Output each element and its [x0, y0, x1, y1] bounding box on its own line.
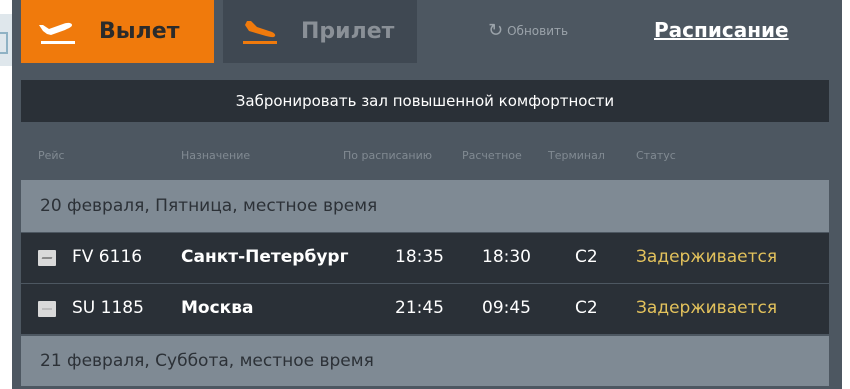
plane-arrival-icon: [243, 20, 277, 44]
flight-number: SU 1185: [72, 298, 144, 318]
tab-departures-label: Вылет: [99, 19, 180, 44]
tab-departures[interactable]: Вылет: [21, 0, 214, 63]
terminal: C2: [575, 247, 598, 267]
flight-destination: Санкт-Петербург: [181, 247, 349, 267]
column-header-estimated: Расчетное: [462, 149, 522, 162]
flight-number: FV 6116: [72, 247, 143, 267]
background-decoration-outline: [0, 32, 8, 54]
flight-status: Задерживается: [636, 247, 778, 267]
date-group-header: 20 февраля, Пятница, местное время: [21, 180, 829, 232]
column-header-scheduled: По расписанию: [343, 149, 432, 162]
airline-logo: [38, 301, 56, 317]
estimated-time: 09:45: [482, 298, 531, 318]
flight-row[interactable]: SU 1185 Москва 21:45 09:45 C2 Задерживае…: [21, 284, 829, 334]
refresh-label: Обновить: [507, 24, 569, 38]
column-header-destination: Назначение: [181, 149, 251, 162]
airline-logo: [38, 250, 56, 266]
tab-arrivals-label: Прилет: [301, 19, 395, 44]
column-header-flight: Рейс: [38, 149, 65, 162]
flight-row[interactable]: FV 6116 Санкт-Петербург 18:35 18:30 C2 З…: [21, 233, 829, 283]
date-group-header: 21 февраля, Суббота, местное время: [21, 336, 829, 386]
estimated-time: 18:30: [482, 247, 531, 267]
schedule-link[interactable]: Расписание: [654, 18, 789, 42]
tab-arrivals[interactable]: Прилет: [223, 0, 417, 63]
scheduled-time: 21:45: [395, 298, 444, 318]
terminal: C2: [575, 298, 598, 318]
column-header-status: Статус: [636, 149, 676, 162]
column-header-terminal: Терминал: [548, 149, 605, 162]
scheduled-time: 18:35: [395, 247, 444, 267]
lounge-booking-banner[interactable]: Забронировать зал повышенной комфортност…: [21, 80, 829, 122]
plane-departure-icon: [39, 22, 75, 44]
refresh-button[interactable]: ↻ Обновить: [488, 20, 569, 41]
refresh-icon: ↻: [488, 20, 504, 41]
flight-status: Задерживается: [636, 298, 778, 318]
flight-destination: Москва: [181, 298, 254, 318]
